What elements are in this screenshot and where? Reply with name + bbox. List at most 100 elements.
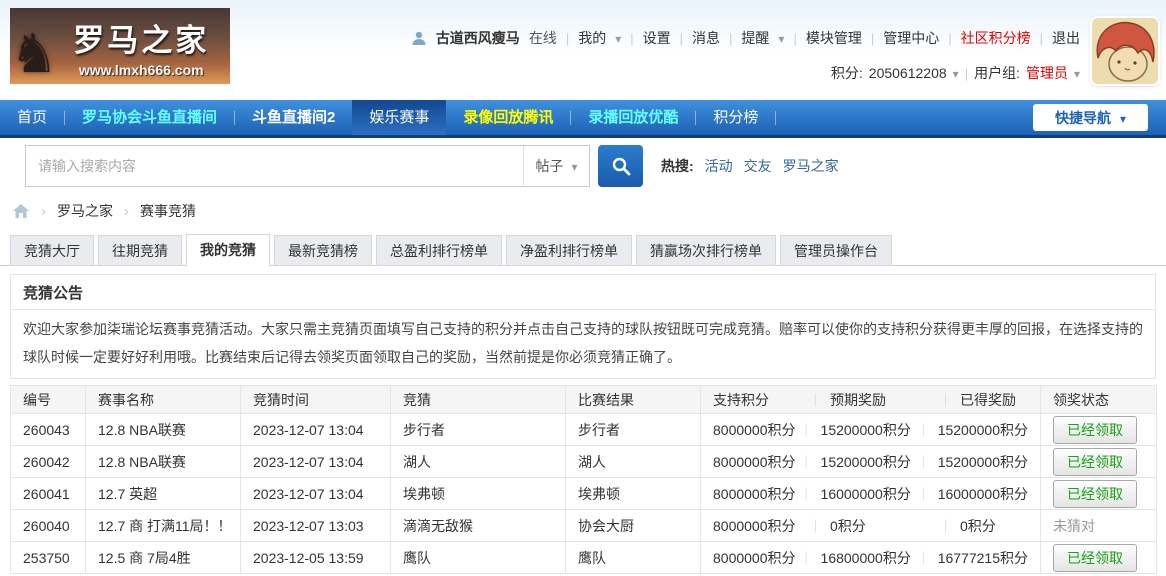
nav-entertainment-active[interactable]: 娱乐赛事 [352, 100, 446, 135]
cell-bet: 鹰队 [391, 542, 566, 574]
breadcrumb-current[interactable]: 赛事竞猜 [140, 201, 196, 221]
cell-bet: 埃弗顿 [391, 478, 566, 510]
menu-score-board[interactable]: 社区积分榜 [961, 28, 1031, 48]
cell-points: 8000000积分 15200000积分 15200000积分 [701, 446, 1041, 478]
hot-link-friends[interactable]: 交友 [744, 156, 772, 176]
tab-win-count-rank[interactable]: 猜赢场次排行榜单 [636, 235, 776, 266]
cell-id: 260040 [11, 510, 86, 542]
cell-result: 协会大厨 [566, 510, 701, 542]
menu-logout[interactable]: 退出 [1052, 28, 1080, 48]
logo-text: 罗马之家 www.lmxh666.com [58, 15, 230, 78]
cell-points: 8000000积分 0积分 0积分 [701, 510, 1041, 542]
chevron-down-icon[interactable] [615, 30, 621, 46]
cell-status: 已经领取 [1041, 478, 1157, 510]
breadcrumb-forum[interactable]: 罗马之家 [57, 201, 113, 221]
site-url: www.lmxh666.com [58, 62, 224, 78]
nav-replay-tencent[interactable]: 录像回放腾讯 [446, 100, 570, 135]
user-stats-row: 积分: 2050612208 用户组: 管理员 [402, 63, 1080, 83]
usergroup-value[interactable]: 管理员 [1026, 63, 1068, 83]
table-row: 260042 12.8 NBA联赛 2023-12-07 13:04 湖人 湖人… [11, 446, 1157, 478]
tab-my-bets-active[interactable]: 我的竞猜 [186, 234, 270, 266]
chevron-down-icon[interactable] [953, 65, 959, 81]
divider [566, 30, 569, 46]
menu-my[interactable]: 我的 [578, 28, 606, 48]
search-button[interactable] [598, 145, 643, 187]
menu-module-admin[interactable]: 模块管理 [806, 28, 862, 48]
col-earned: 已得奖励 [960, 390, 1016, 410]
chevron-down-icon[interactable] [1074, 65, 1080, 81]
col-points: 支持积分 预期奖励 已得奖励 [701, 386, 1041, 414]
usergroup-label: 用户组: [974, 63, 1020, 83]
nav-home[interactable]: 首页 [0, 100, 64, 135]
claimed-button[interactable]: 已经领取 [1053, 480, 1137, 508]
quick-nav-button[interactable]: 快捷导航 [1033, 104, 1148, 131]
nav-replay-youku[interactable]: 录播回放优酷 [571, 100, 695, 135]
chevron-down-icon[interactable] [778, 30, 784, 46]
cell-bet: 湖人 [391, 446, 566, 478]
breadcrumb-separator [113, 203, 140, 220]
cell-time: 2023-12-07 13:03 [241, 510, 391, 542]
cell-event: 12.8 NBA联赛 [86, 446, 241, 478]
cell-event: 12.5 商 7局4胜 [86, 542, 241, 574]
divider [793, 30, 796, 46]
hot-link-activity[interactable]: 活动 [705, 156, 733, 176]
cell-status: 已经领取 [1041, 446, 1157, 478]
nav-score-rank[interactable]: 积分榜 [696, 100, 775, 135]
announcement-title: 竞猜公告 [11, 275, 1155, 310]
divider [948, 30, 951, 46]
cell-bet: 步行者 [391, 414, 566, 446]
tab-latest-rank[interactable]: 最新竞猜榜 [274, 235, 372, 266]
cell-time: 2023-12-05 13:59 [241, 542, 391, 574]
tab-past-bets[interactable]: 往期竞猜 [98, 235, 182, 266]
site-title: 罗马之家 [58, 15, 224, 60]
points-value[interactable]: 2050612208 [869, 65, 947, 81]
site-logo[interactable]: ♞ 罗马之家 www.lmxh666.com [10, 8, 230, 84]
cell-result: 湖人 [566, 446, 701, 478]
divider [965, 65, 968, 81]
cell-status: 已经领取 [1041, 414, 1157, 446]
tab-bar: 竞猜大厅 往期竞猜 我的竞猜 最新竞猜榜 总盈利排行榜单 净盈利排行榜单 猜赢场… [0, 228, 1166, 266]
menu-settings[interactable]: 设置 [643, 28, 671, 48]
search-input[interactable] [26, 146, 523, 186]
col-expected: 预期奖励 [830, 390, 886, 410]
tab-total-profit-rank[interactable]: 总盈利排行榜单 [376, 235, 502, 266]
page: ♞ 罗马之家 www.lmxh666.com 古道西风瘦马 在线 我的 设置 消… [0, 0, 1166, 576]
cell-result: 鹰队 [566, 542, 701, 574]
cell-id: 260042 [11, 446, 86, 478]
tab-admin-console[interactable]: 管理员操作台 [780, 235, 892, 266]
hot-search: 热搜: 活动 交友 罗马之家 [661, 156, 839, 176]
nav-douyu-room[interactable]: 罗马协会斗鱼直播间 [65, 100, 234, 135]
avatar[interactable] [1092, 18, 1158, 84]
chevron-down-icon [571, 158, 577, 174]
cell-event: 12.7 商 打满11局！！ [86, 510, 241, 542]
claimed-button[interactable]: 已经领取 [1053, 544, 1137, 572]
cell-time: 2023-12-07 13:04 [241, 478, 391, 510]
home-icon[interactable] [12, 203, 30, 219]
menu-messages[interactable]: 消息 [692, 28, 720, 48]
nav-douyu-room2[interactable]: 斗鱼直播间2 [235, 100, 352, 135]
cell-status: 未猜对 [1041, 510, 1157, 542]
search-type-select[interactable]: 帖子 [523, 146, 589, 186]
divider [630, 30, 633, 46]
table-row: 260043 12.8 NBA联赛 2023-12-07 13:04 步行者 步… [11, 414, 1157, 446]
cell-points: 8000000积分 16800000积分 16777215积分 [701, 542, 1041, 574]
cell-result: 步行者 [566, 414, 701, 446]
claimed-button[interactable]: 已经领取 [1053, 448, 1137, 476]
divider [729, 30, 732, 46]
hot-link-home[interactable]: 罗马之家 [783, 156, 839, 176]
cell-id: 253750 [11, 542, 86, 574]
claimed-button[interactable]: 已经领取 [1053, 416, 1137, 444]
username-link[interactable]: 古道西风瘦马 [436, 28, 520, 48]
cell-status: 已经领取 [1041, 542, 1157, 574]
tab-bet-hall[interactable]: 竞猜大厅 [10, 235, 94, 266]
cell-id: 260041 [11, 478, 86, 510]
tab-net-profit-rank[interactable]: 净盈利排行榜单 [506, 235, 632, 266]
col-bet: 竞猜 [391, 386, 566, 414]
menu-notifications[interactable]: 提醒 [741, 28, 769, 48]
divider [1040, 30, 1043, 46]
menu-admin-center[interactable]: 管理中心 [883, 28, 939, 48]
breadcrumb: 罗马之家 赛事竞猜 [0, 194, 1166, 228]
chevron-down-icon [1111, 110, 1126, 126]
quick-nav-label: 快捷导航 [1055, 108, 1111, 128]
cell-points: 8000000积分 16000000积分 16000000积分 [701, 478, 1041, 510]
